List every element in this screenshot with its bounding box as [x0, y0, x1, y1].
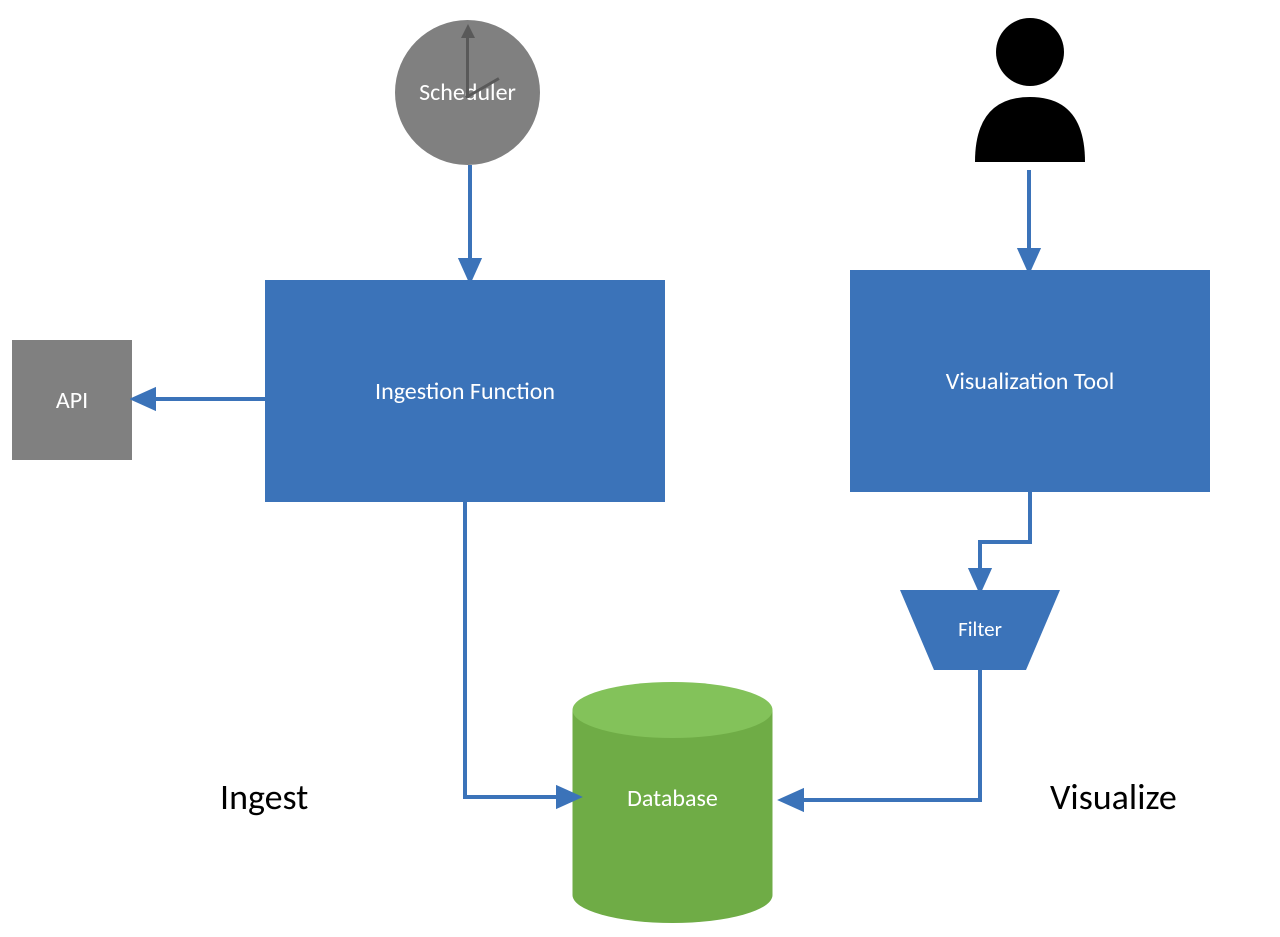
scheduler-label: Scheduler [419, 78, 516, 107]
ingest-section-label: Ingest [220, 775, 308, 819]
filter-node: Filter [900, 590, 1060, 670]
ingestion-node: Ingestion Function [265, 280, 665, 502]
api-label: API [56, 386, 88, 415]
visualize-section-label: Visualize [1050, 775, 1177, 819]
arrow-ingestion-to-api [130, 384, 270, 414]
arrow-scheduler-to-ingestion [455, 165, 485, 285]
arrow-visualization-to-filter [958, 492, 1048, 602]
database-node: Database [570, 680, 775, 925]
arrow-ingestion-to-database [450, 502, 600, 822]
filter-label: Filter [900, 616, 1060, 642]
api-node: API [12, 340, 132, 460]
scheduler-node: Scheduler [395, 20, 540, 165]
arrow-user-to-visualization [1014, 170, 1044, 275]
visualization-node: Visualization Tool [850, 270, 1210, 492]
visualization-label: Visualization Tool [946, 367, 1114, 396]
arrow-filter-to-database [770, 670, 1000, 820]
database-label: Database [570, 784, 775, 813]
user-icon [965, 12, 1095, 167]
ingestion-label: Ingestion Function [375, 377, 555, 406]
